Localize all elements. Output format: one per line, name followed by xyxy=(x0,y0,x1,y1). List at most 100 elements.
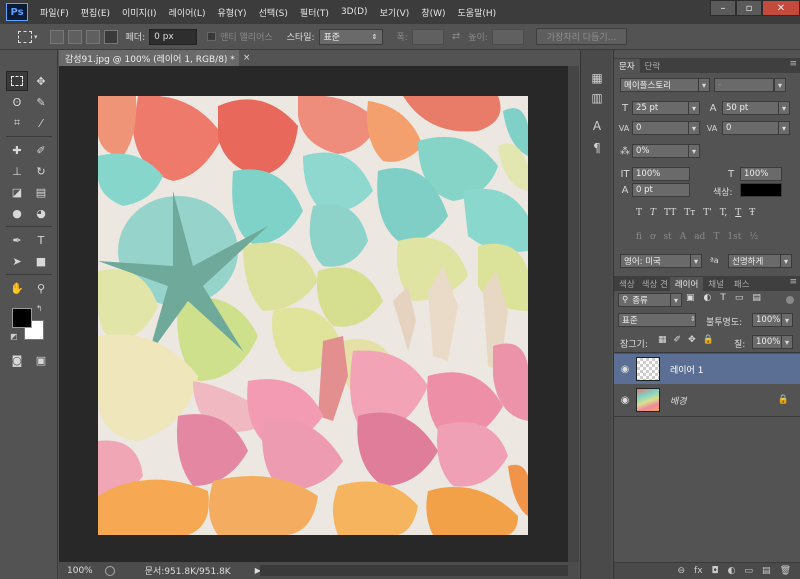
menu-file[interactable]: 파일(F) xyxy=(40,6,69,19)
font-style-select[interactable]: - xyxy=(714,78,774,92)
horizontal-scrollbar[interactable] xyxy=(260,565,568,576)
rectangle-tool-icon[interactable]: ■ xyxy=(30,251,52,271)
tab-character[interactable]: 문자 xyxy=(614,59,640,73)
feather-input[interactable]: 0 px xyxy=(149,28,198,45)
crop-tool-icon[interactable]: ⌗ xyxy=(6,113,28,133)
screen-mode-icon[interactable]: ▣ xyxy=(30,350,52,370)
hand-tool-icon[interactable]: ✋ xyxy=(6,278,28,298)
text-color-swatch[interactable] xyxy=(740,183,782,197)
panel-menu-icon[interactable]: ≡ xyxy=(789,277,797,287)
superscript-icon[interactable]: T' xyxy=(703,208,711,222)
font-family-select[interactable]: 메이플스토리 xyxy=(620,78,700,92)
eye-icon[interactable]: ◉ xyxy=(614,364,636,375)
default-colors-icon[interactable]: ◩ xyxy=(10,332,18,341)
discretionary-ligature-icon[interactable]: st xyxy=(663,232,671,246)
style-select[interactable]: 표준 ⇕ xyxy=(318,28,383,45)
layer-name[interactable]: 레이어 1 xyxy=(670,363,703,376)
new-layer-icon[interactable]: ▤ xyxy=(762,566,771,576)
tsume-input[interactable]: 0% xyxy=(632,144,690,158)
menu-3d[interactable]: 3D(D) xyxy=(341,7,368,17)
add-selection-icon[interactable] xyxy=(67,29,82,44)
brush-tool-icon[interactable]: ✐ xyxy=(30,140,52,160)
layer-style-icon[interactable]: fx xyxy=(694,566,703,576)
shape-filter-icon[interactable]: ▭ xyxy=(735,293,744,307)
type-filter-icon[interactable]: T xyxy=(720,293,726,307)
layer-mask-icon[interactable]: ◘ xyxy=(712,566,719,576)
move-tool-icon[interactable]: ✥ xyxy=(30,71,52,91)
fraction-icon[interactable]: ½ xyxy=(749,232,758,246)
underline-icon[interactable]: T xyxy=(735,208,741,222)
tracking-input[interactable]: 0 xyxy=(722,121,780,135)
lock-position-icon[interactable]: ✥ xyxy=(688,335,696,349)
font-size-input[interactable]: 25 pt xyxy=(632,101,690,115)
zoom-tool-icon[interactable]: ⚲ xyxy=(30,278,52,298)
menu-image[interactable]: 이미지(I) xyxy=(122,6,157,19)
history-panel-icon[interactable]: ▦ xyxy=(589,70,605,86)
menu-layer[interactable]: 레이어(L) xyxy=(169,6,206,19)
blur-tool-icon[interactable]: ● xyxy=(6,203,28,223)
layer-row[interactable]: ◉ 레이어 1 xyxy=(614,354,800,384)
tab-layers[interactable]: 레이어 xyxy=(669,277,704,291)
vertical-scale-input[interactable]: 100% xyxy=(632,167,690,181)
tab-paragraph[interactable]: 단락 xyxy=(640,59,666,73)
chevron-down-icon[interactable]: ▾ xyxy=(698,78,710,92)
swap-colors-icon[interactable]: ↰ xyxy=(36,304,43,313)
strikethrough-icon[interactable]: Ŧ xyxy=(749,208,755,222)
swash-icon[interactable]: A xyxy=(680,232,687,246)
close-button[interactable]: ✕ xyxy=(762,0,800,16)
chevron-down-icon[interactable]: ▾ xyxy=(781,313,793,327)
menu-edit[interactable]: 편집(E) xyxy=(81,6,110,19)
eyedropper-tool-icon[interactable]: ⁄ xyxy=(30,113,52,133)
fill-input[interactable]: 100% xyxy=(752,335,782,349)
baseline-shift-input[interactable]: 0 pt xyxy=(632,183,690,197)
clone-stamp-tool-icon[interactable]: ⊥ xyxy=(6,161,28,181)
lock-transparent-icon[interactable]: ▦ xyxy=(658,335,667,349)
titling-alt-icon[interactable]: T xyxy=(713,232,719,246)
chevron-down-icon[interactable]: ▾ xyxy=(688,121,700,135)
width-input[interactable] xyxy=(411,28,444,45)
antialias-checkbox[interactable] xyxy=(207,32,217,41)
seashells-photo[interactable] xyxy=(98,96,528,535)
tab-color[interactable]: 색상 xyxy=(614,277,640,291)
chevron-down-icon[interactable]: ▾ xyxy=(780,254,792,268)
pixel-filter-icon[interactable]: ▣ xyxy=(686,293,695,307)
menu-select[interactable]: 선택(S) xyxy=(259,6,288,19)
chevron-down-icon[interactable]: ▾ xyxy=(688,144,700,158)
adjustment-filter-icon[interactable]: ◐ xyxy=(704,293,712,307)
character-panel-icon[interactable]: A xyxy=(589,118,605,134)
eraser-tool-icon[interactable]: ◪ xyxy=(6,182,28,202)
marquee-preset-icon[interactable] xyxy=(18,30,32,43)
layer-filter-select[interactable]: ⚲ 종류 xyxy=(618,293,672,307)
menu-filter[interactable]: 필터(T) xyxy=(300,6,329,19)
ordinal-icon[interactable]: 1st xyxy=(727,232,741,246)
smart-object-filter-icon[interactable]: ▤ xyxy=(752,293,761,307)
all-caps-icon[interactable]: TT xyxy=(664,208,676,222)
close-tab-icon[interactable]: × xyxy=(243,53,251,63)
chevron-down-icon[interactable]: ▾ xyxy=(778,121,790,135)
swap-icon[interactable]: ⇄ xyxy=(452,31,460,42)
menu-help[interactable]: 도움말(H) xyxy=(458,6,497,19)
chevron-down-icon[interactable]: ▾ xyxy=(778,101,790,115)
swatches-panel-icon[interactable]: ▥ xyxy=(589,90,605,106)
lock-pixels-icon[interactable]: ✐ xyxy=(674,335,682,349)
chevron-down-icon[interactable]: ▾ xyxy=(690,254,702,268)
type-tool-icon[interactable]: T xyxy=(30,230,52,250)
faux-bold-icon[interactable]: T xyxy=(636,208,642,222)
menu-type[interactable]: 유형(Y) xyxy=(217,6,246,19)
lasso-tool-icon[interactable]: ʘ xyxy=(6,92,28,112)
leading-input[interactable]: 50 pt xyxy=(722,101,780,115)
adjustment-layer-icon[interactable]: ◐ xyxy=(728,566,736,576)
healing-brush-tool-icon[interactable]: ✚ xyxy=(6,140,28,160)
subtract-selection-icon[interactable] xyxy=(85,29,100,44)
ligature-icon[interactable]: fi xyxy=(636,232,642,246)
antialias-select[interactable]: 선명하게 xyxy=(728,254,782,268)
blend-mode-select[interactable]: 표준 xyxy=(618,313,696,327)
quick-mask-icon[interactable]: ◙ xyxy=(6,350,28,370)
horizontal-scale-input[interactable]: 100% xyxy=(740,167,782,181)
minimize-button[interactable]: – xyxy=(710,0,736,16)
quick-select-tool-icon[interactable]: ✎ xyxy=(30,92,52,112)
lock-all-icon[interactable]: 🔒 xyxy=(703,335,714,349)
tab-swatches[interactable]: 색상 견 xyxy=(640,277,670,291)
pen-tool-icon[interactable]: ✒ xyxy=(6,230,28,250)
new-selection-icon[interactable] xyxy=(49,29,64,44)
